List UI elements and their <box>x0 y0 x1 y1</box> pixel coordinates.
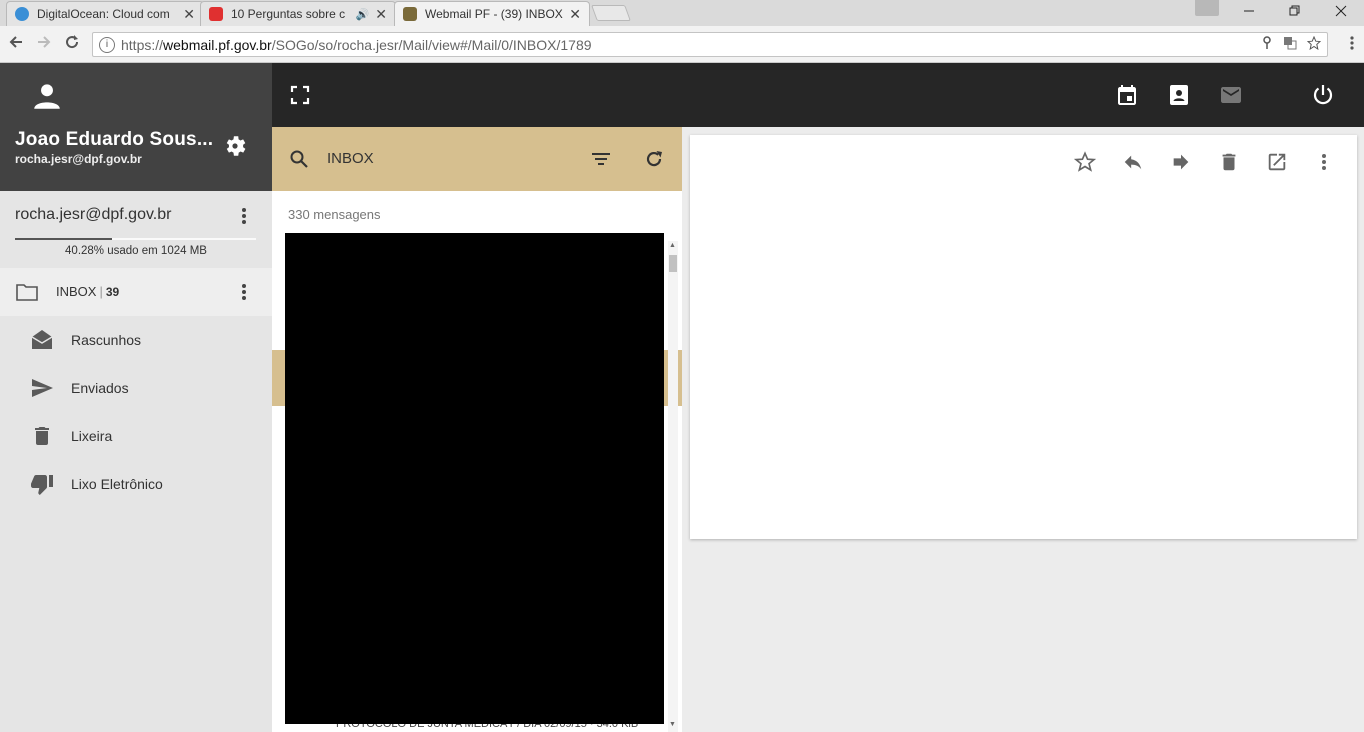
folder-label: Enviados <box>71 380 129 396</box>
close-tab-icon[interactable]: ✕ <box>375 6 387 23</box>
unread-count: 39 <box>105 285 120 299</box>
url-host: webmail.pf.gov.br <box>163 36 272 53</box>
audio-playing-icon[interactable]: 🔊 <box>356 8 370 21</box>
bookmark-star-icon[interactable] <box>1306 35 1322 53</box>
folder-menu-icon[interactable] <box>238 282 250 307</box>
folder-label: Rascunhos <box>71 332 142 348</box>
tab-title: 10 Perguntas sobre c <box>231 7 346 21</box>
close-tab-icon[interactable]: ✕ <box>183 6 195 23</box>
quota-text: 40.28% usado em 1024 MB <box>65 245 207 257</box>
inbox-separator: | <box>99 284 103 299</box>
avatar-icon <box>30 79 64 118</box>
close-tab-icon[interactable]: ✕ <box>569 6 581 23</box>
folder-inbox[interactable]: INBOX | 39 <box>0 268 272 316</box>
folder-lixo-eletronico[interactable]: Lixo Eletrônico <box>0 460 272 508</box>
forward-icon[interactable] <box>1170 151 1192 178</box>
browser-tab-youtube[interactable]: 10 Perguntas sobre c 🔊 ✕ <box>200 1 396 26</box>
pf-badge-icon <box>403 7 417 21</box>
reply-icon[interactable] <box>1122 151 1144 178</box>
gear-icon[interactable] <box>222 133 248 164</box>
browser-tab-digitalocean[interactable]: DigitalOcean: Cloud com ✕ <box>6 1 204 26</box>
tab-title: DigitalOcean: Cloud com <box>37 7 170 21</box>
user-email: rocha.jesr@dpf.gov.br <box>15 152 142 166</box>
scroll-down-icon[interactable]: ▼ <box>669 721 676 728</box>
scrollbar-thumb[interactable] <box>669 255 677 272</box>
account-panel: rocha.jesr@dpf.gov.br 40.28% usado em 10… <box>0 191 272 267</box>
translate-icon[interactable] <box>1283 36 1297 53</box>
account-menu-icon[interactable] <box>238 206 250 231</box>
close-window-icon[interactable] <box>1318 0 1364 22</box>
app-topbar <box>272 63 1364 127</box>
user-name: Joao Eduardo Sous... <box>15 129 214 150</box>
address-toolbar: i https://webmail.pf.gov.br/SOGo/so/roch… <box>0 26 1364 63</box>
folder-label: Lixeira <box>71 428 113 444</box>
contacts-icon[interactable] <box>1167 83 1191 112</box>
account-address[interactable]: rocha.jesr@dpf.gov.br <box>15 206 171 224</box>
more-options-icon[interactable] <box>1318 151 1330 178</box>
message-viewer <box>690 135 1357 539</box>
message-count: 330 mensagens <box>288 207 381 222</box>
fullscreen-icon[interactable] <box>290 85 310 110</box>
folder-rascunhos[interactable]: Rascunhos <box>0 316 272 364</box>
scrollbar[interactable] <box>668 241 678 732</box>
message-list-pane: INBOX 330 mensagens PROTOCOLO DE JUNTA M… <box>272 127 682 732</box>
delete-icon[interactable] <box>1218 151 1240 178</box>
calendar-icon[interactable] <box>1115 83 1139 112</box>
send-icon <box>30 376 54 405</box>
restore-icon[interactable] <box>1272 0 1318 22</box>
minimize-icon[interactable] <box>1226 0 1272 22</box>
mailbox-title: INBOX <box>327 150 374 167</box>
thumb-down-icon <box>30 472 54 501</box>
folder-enviados[interactable]: Enviados <box>0 364 272 412</box>
drafts-icon <box>30 328 54 357</box>
profile-icon[interactable] <box>1195 0 1219 16</box>
site-info-icon[interactable]: i <box>99 36 115 53</box>
refresh-icon[interactable] <box>644 149 664 174</box>
digitalocean-icon <box>15 7 29 21</box>
sidebar: Joao Eduardo Sous... rocha.jesr@dpf.gov.… <box>0 63 272 732</box>
quota-bar-fill <box>15 238 113 240</box>
list-header: INBOX <box>272 127 682 191</box>
inbox-name: INBOX <box>56 284 97 299</box>
open-in-new-icon[interactable] <box>1266 151 1288 178</box>
folder-lixeira[interactable]: Lixeira <box>0 412 272 460</box>
trash-icon <box>30 424 54 453</box>
browser-menu-icon[interactable] <box>1350 35 1354 56</box>
search-icon[interactable] <box>289 149 309 174</box>
url-scheme: https:// <box>121 36 164 53</box>
url-bar[interactable]: i https://webmail.pf.gov.br/SOGo/so/roch… <box>92 32 1328 57</box>
browser-tab-webmail[interactable]: Webmail PF - (39) INBOX ✕ <box>394 1 590 26</box>
quota-bar <box>15 238 256 240</box>
new-tab-button[interactable] <box>591 5 631 21</box>
browser-tab-strip: DigitalOcean: Cloud com ✕ 10 Perguntas s… <box>0 0 1364 26</box>
reload-icon[interactable] <box>64 34 80 55</box>
url-path: /SOGo/so/rocha.jesr/Mail/view#/Mail/0/IN… <box>271 36 592 53</box>
redacted-message-list <box>285 233 664 724</box>
youtube-icon <box>209 7 223 21</box>
forward-arrow-icon[interactable] <box>36 34 52 55</box>
tab-title: Webmail PF - (39) INBOX <box>425 7 563 21</box>
scroll-up-icon[interactable]: ▲ <box>669 242 676 249</box>
star-icon[interactable] <box>1073 151 1097 178</box>
sort-icon[interactable] <box>591 150 611 173</box>
folder-label: Lixo Eletrônico <box>71 476 163 492</box>
power-icon[interactable] <box>1311 83 1335 112</box>
user-header: Joao Eduardo Sous... rocha.jesr@dpf.gov.… <box>0 63 272 191</box>
folder-inbox-label: INBOX | 39 <box>56 284 119 299</box>
back-arrow-icon[interactable] <box>8 34 24 55</box>
mail-icon[interactable] <box>1219 83 1243 112</box>
key-icon[interactable] <box>1261 36 1273 53</box>
folder-icon <box>16 283 38 306</box>
